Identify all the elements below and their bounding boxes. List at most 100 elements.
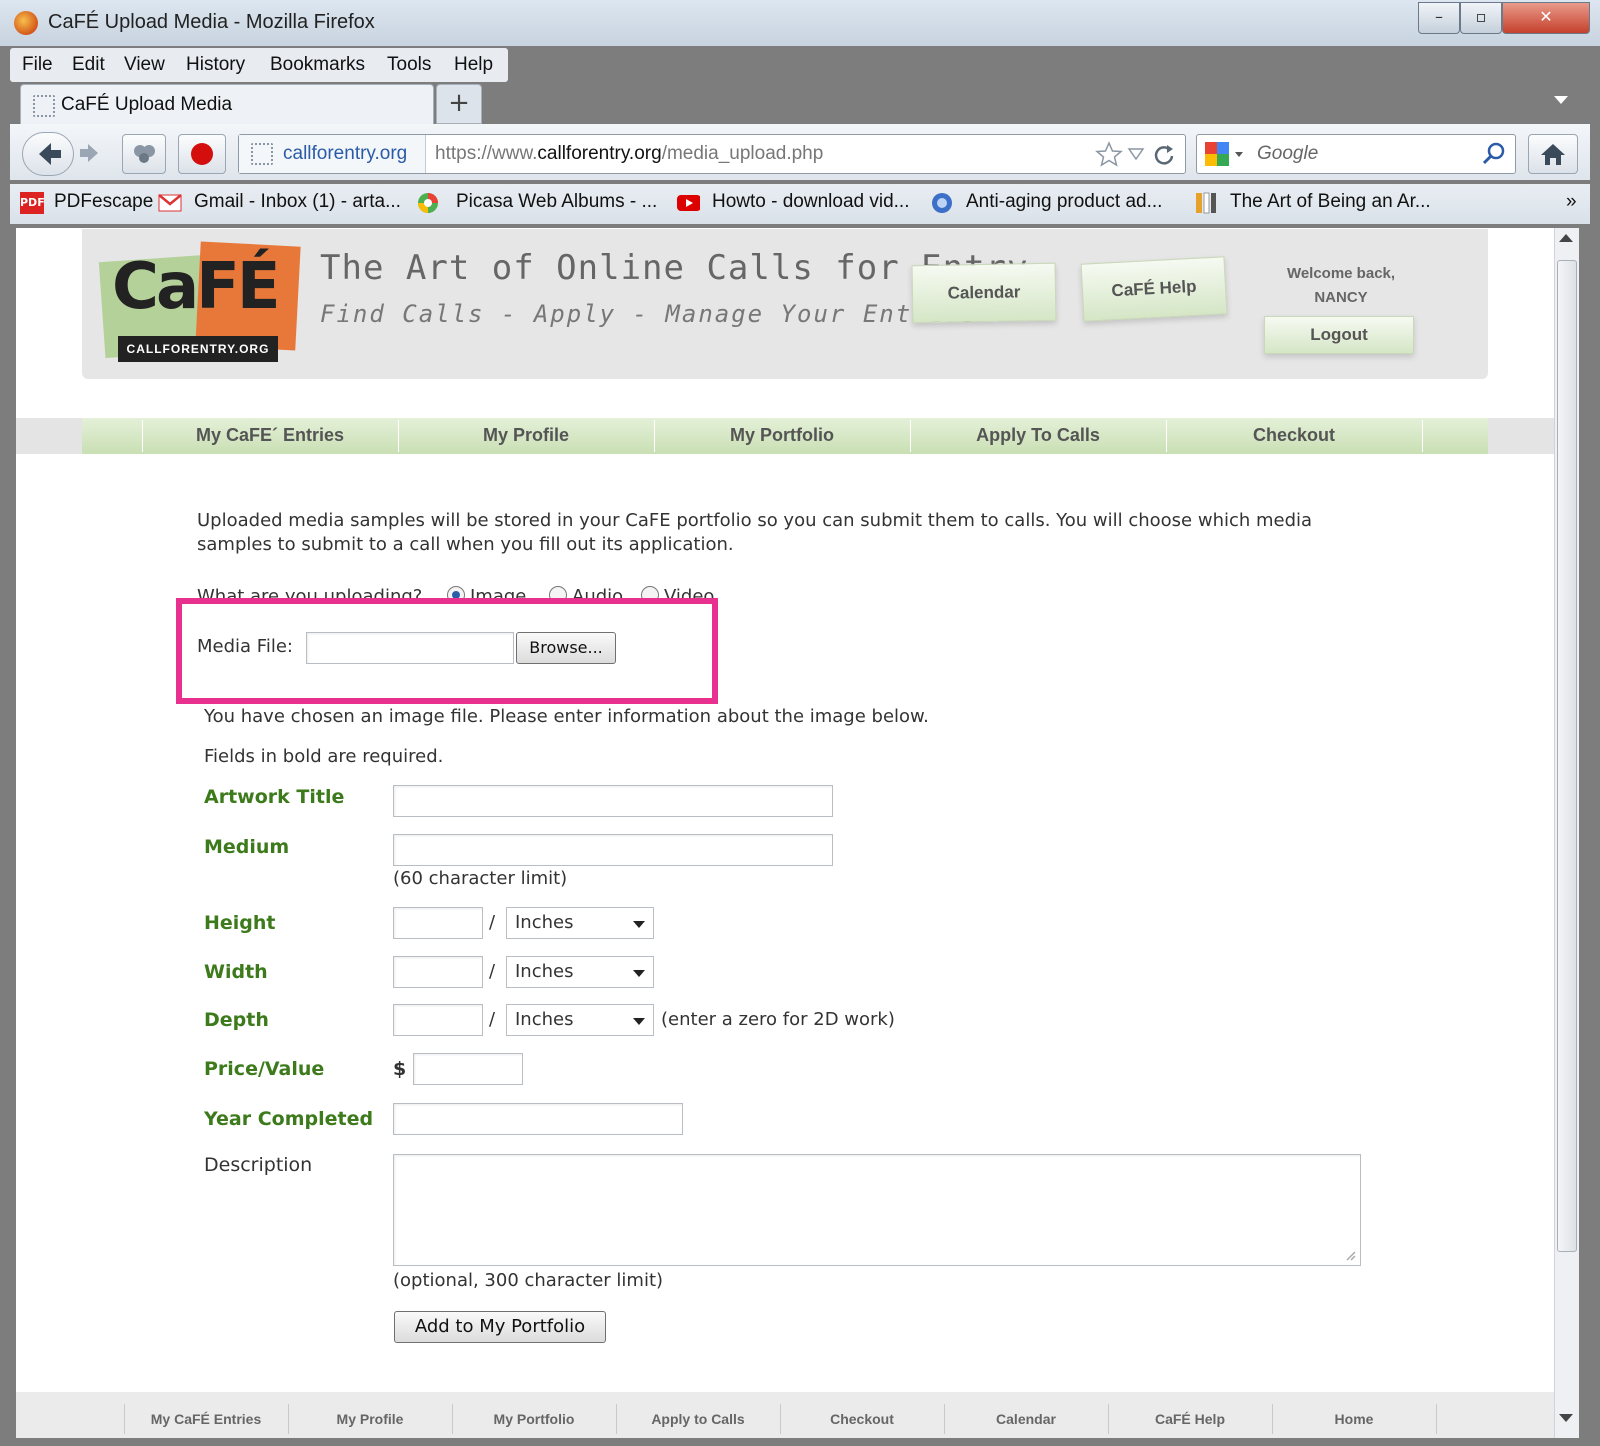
art-favicon-icon (1196, 192, 1216, 214)
menu-history[interactable]: History (186, 54, 245, 76)
depth-label: Depth (204, 1009, 269, 1031)
logo-subtext: CALLFORENTRY.ORG (118, 336, 278, 362)
puzzle-icon (134, 145, 155, 163)
address-bar[interactable]: callforentry.org https://www.callforentr… (238, 134, 1186, 174)
maximize-button[interactable]: ▫ (1460, 2, 1502, 34)
search-bar[interactable]: Google (1196, 134, 1516, 174)
bookmark-star-icon[interactable] (1095, 141, 1123, 167)
tab-list-chevron-down-icon[interactable] (1554, 96, 1568, 104)
cafe-logo[interactable]: CaFÉ CALLFORENTRY.ORG (98, 241, 301, 366)
depth-hint: (enter a zero for 2D work) (661, 1009, 895, 1030)
chosen-file-message: You have chosen an image file. Please en… (204, 706, 929, 727)
artwork-title-input[interactable] (393, 785, 833, 817)
bookmark-art-of-being[interactable]: The Art of Being an Ar... (1230, 191, 1431, 213)
scroll-down-arrow-icon[interactable] (1559, 1414, 1573, 1422)
menu-tools[interactable]: Tools (387, 54, 431, 76)
bookmark-pdfescape[interactable]: PDFescape (54, 191, 153, 213)
gmail-icon (158, 194, 182, 212)
footer-my-portfolio[interactable]: My Portfolio (452, 1411, 616, 1427)
menu-view[interactable]: View (124, 54, 165, 76)
addon-button[interactable] (122, 134, 166, 174)
logo-text: CaFÉ (112, 250, 281, 324)
bookmark-howto[interactable]: Howto - download vid... (712, 191, 910, 213)
year-completed-label: Year Completed (204, 1108, 374, 1130)
width-slash: / (489, 961, 496, 982)
required-fields-note: Fields in bold are required. (204, 746, 444, 767)
history-dropdown-icon[interactable] (1127, 145, 1145, 163)
depth-unit-select[interactable]: Inches (506, 1004, 654, 1036)
user-name: NANCY (1314, 289, 1368, 306)
window-title: CaFÉ Upload Media - Mozilla Firefox (48, 11, 375, 33)
reload-icon[interactable] (1151, 141, 1177, 167)
vertical-scrollbar[interactable] (1554, 228, 1579, 1438)
new-tab-button[interactable]: + (436, 84, 482, 124)
resize-grip-icon[interactable] (1344, 1249, 1356, 1261)
height-slash: / (489, 912, 496, 933)
footer-my-cafe-entries[interactable]: My CaFÉ Entries (124, 1411, 288, 1427)
chevron-down-icon (633, 970, 645, 977)
nav-my-profile[interactable]: My Profile (398, 425, 654, 446)
intro-line-1: Uploaded media samples will be stored in… (197, 510, 1313, 531)
bookmark-anti-aging[interactable]: Anti-aging product ad... (966, 191, 1162, 213)
picasa-icon (418, 193, 438, 213)
back-button[interactable] (22, 132, 74, 176)
depth-slash: / (489, 1009, 496, 1030)
description-textarea[interactable] (393, 1154, 1361, 1266)
medium-label: Medium (204, 836, 290, 858)
menu-edit[interactable]: Edit (72, 54, 105, 76)
bookmarks-toolbar: PDF PDFescape Gmail - Inbox (1) - arta..… (10, 184, 1590, 224)
depth-input[interactable] (393, 1004, 483, 1036)
footer-apply-to-calls[interactable]: Apply to Calls (616, 1411, 780, 1427)
globe-icon (932, 193, 952, 213)
calendar-button[interactable]: Calendar (911, 262, 1057, 324)
record-icon (191, 143, 213, 165)
bookmark-gmail[interactable]: Gmail - Inbox (1) - arta... (194, 191, 401, 213)
window-titlebar: CaFÉ Upload Media - Mozilla Firefox – ▫ … (0, 0, 1600, 46)
tab-label: CaFÉ Upload Media (61, 94, 233, 115)
bookmarks-overflow-button[interactable]: » (1566, 191, 1577, 213)
add-to-portfolio-button[interactable]: Add to My Portfolio (394, 1311, 606, 1343)
intro-line-2: samples to submit to a call when you fil… (197, 534, 734, 555)
search-icon[interactable] (1481, 141, 1507, 167)
media-file-input[interactable] (306, 632, 514, 664)
width-input[interactable] (393, 956, 483, 988)
medium-hint: (60 character limit) (393, 868, 568, 889)
scrollbar-thumb[interactable] (1557, 260, 1577, 1252)
logout-button[interactable]: Logout (1264, 316, 1414, 354)
home-button[interactable] (1528, 134, 1578, 174)
price-input[interactable] (413, 1053, 523, 1085)
width-unit-select[interactable]: Inches (506, 956, 654, 988)
height-unit-select[interactable]: Inches (506, 907, 654, 939)
footer-checkout[interactable]: Checkout (780, 1411, 944, 1427)
nav-my-cafe-entries[interactable]: My CaFE´ Entries (142, 425, 398, 446)
site-identity-button[interactable]: callforentry.org (239, 135, 426, 173)
cafe-help-button[interactable]: CaFÉ Help (1080, 256, 1228, 322)
scroll-up-arrow-icon[interactable] (1559, 234, 1573, 242)
nav-checkout[interactable]: Checkout (1166, 425, 1422, 446)
medium-input[interactable] (393, 834, 833, 866)
footer-cafe-help[interactable]: CaFÉ Help (1108, 1411, 1272, 1427)
minimize-button[interactable]: – (1418, 2, 1460, 34)
nav-apply-to-calls[interactable]: Apply To Calls (910, 425, 1166, 446)
nav-my-portfolio[interactable]: My Portfolio (654, 425, 910, 446)
forward-button[interactable] (76, 138, 106, 168)
youtube-icon (677, 195, 700, 211)
record-button[interactable] (178, 134, 226, 174)
site-subtagline: Find Calls - Apply - Manage Your Entries (320, 300, 978, 328)
menu-help[interactable]: Help (454, 54, 493, 76)
footer-my-profile[interactable]: My Profile (288, 1411, 452, 1427)
artwork-title-label: Artwork Title (204, 786, 345, 808)
menu-file[interactable]: File (22, 54, 53, 76)
google-engine-icon[interactable] (1205, 142, 1249, 168)
menubar: File Edit View History Bookmarks Tools H… (10, 48, 508, 82)
description-hint: (optional, 300 character limit) (393, 1270, 664, 1291)
bookmark-picasa[interactable]: Picasa Web Albums - ... (456, 191, 657, 213)
browse-button[interactable]: Browse... (516, 632, 616, 664)
footer-calendar[interactable]: Calendar (944, 1411, 1108, 1427)
year-completed-input[interactable] (393, 1103, 683, 1135)
close-button[interactable]: ✕ (1502, 2, 1590, 34)
menu-bookmarks[interactable]: Bookmarks (270, 54, 365, 76)
height-input[interactable] (393, 907, 483, 939)
footer-home[interactable]: Home (1272, 1411, 1436, 1427)
tab-cafe-upload-media[interactable]: CaFÉ Upload Media (20, 84, 434, 125)
